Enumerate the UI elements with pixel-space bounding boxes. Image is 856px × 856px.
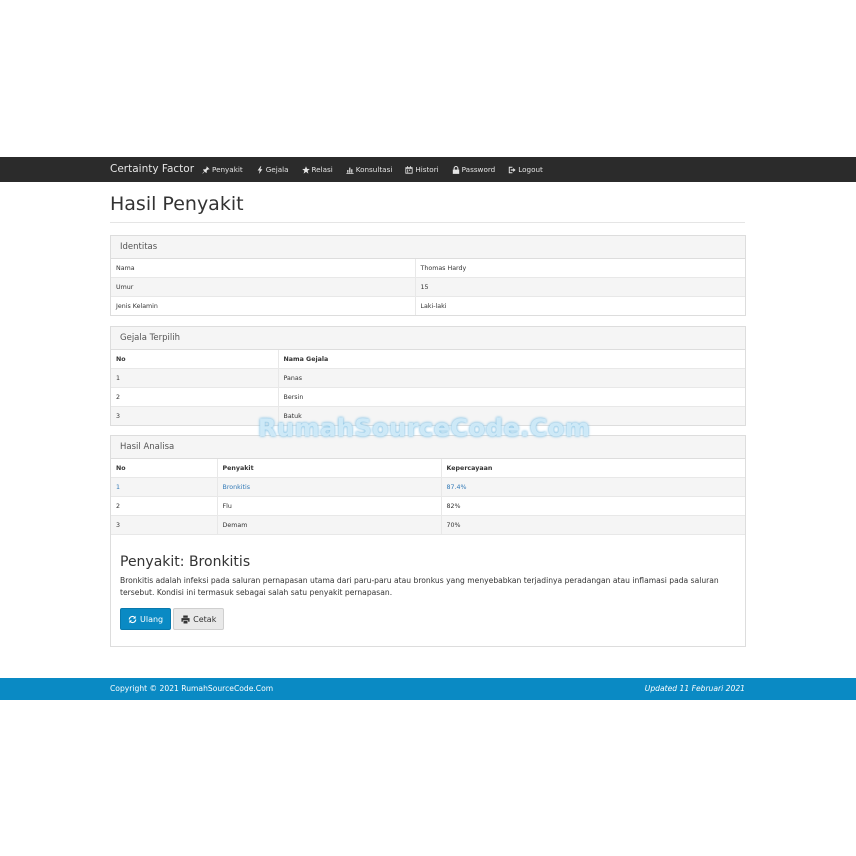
cetak-button-label: Cetak [193,614,217,624]
gejala-no: 1 [111,368,278,388]
identitas-label: Jenis Kelamin [111,296,415,315]
flash-icon [257,165,263,174]
column-header-nama-gejala: Nama Gejala [277,350,745,369]
table-row: 3 Demam 70% [111,515,745,534]
column-header-no: No [116,355,126,363]
table-row: Nama Thomas Hardy [111,259,745,278]
footer: Copyright © 2021 RumahSourceCode.Com Upd… [0,678,856,700]
cetak-button[interactable]: Cetak [173,608,225,630]
nav-item-relasi[interactable]: Relasi [301,157,333,182]
gejala-heading: Gejala Terpilih [111,327,745,350]
nav-item-password[interactable]: Password [452,157,496,182]
page-title: Hasil Penyakit [110,193,244,215]
identitas-heading: Identitas [111,236,745,259]
calendar-icon [405,165,413,174]
pushpin-icon [202,165,210,174]
result-description: Bronkitis adalah infeksi pada saluran pe… [120,576,719,597]
footer-updated: Updated 11 Februari 2021 [644,684,745,693]
footer-copyright: Copyright © 2021 RumahSourceCode.Com [110,684,274,693]
watermark: RumahSourceCode.Com [258,414,591,442]
nav-item-label: Penyakit [212,165,243,174]
analisa-no: 1 [111,477,217,497]
navbar-brand[interactable]: Certainty Factor [110,157,194,182]
table-header-row: No Nama Gejala [111,350,745,369]
refresh-icon [128,615,137,623]
analisa-panel: Hasil Analisa No Penyakit Kepercayaan 1 … [110,435,746,647]
column-header-kepercayaan: Kepercayaan [440,459,745,478]
nav-item-gejala[interactable]: Gejala [256,157,289,182]
identitas-label: Umur [111,277,415,297]
identitas-value: Laki-laki [414,296,745,315]
analisa-penyakit: Flu [216,496,441,516]
nav-item-histori[interactable]: Histori [405,157,439,182]
identitas-value: 15 [414,277,745,297]
analisa-penyakit: Demam [216,515,441,534]
table-row: 2 Bersin [111,387,745,407]
identitas-table: Nama Thomas Hardy Umur 15 Jenis Kelamin … [111,259,745,315]
nav-item-penyakit[interactable]: Penyakit [202,157,243,182]
identitas-panel: Identitas Nama Thomas Hardy Umur 15 Jeni… [110,235,746,316]
analisa-kepercayaan: 87.4% [440,477,745,497]
ulang-button-label: Ulang [140,614,164,624]
lock-icon [452,165,459,174]
star-icon [301,165,310,174]
print-icon [181,614,190,624]
stats-icon [346,167,354,174]
table-header-row: No Penyakit Kepercayaan [111,459,745,478]
nav-item-label: Gejala [265,165,289,174]
nav-item-konsultasi[interactable]: Konsultasi [346,157,393,182]
nav-item-logout[interactable]: Logout [508,157,543,182]
analisa-kepercayaan: 70% [440,515,745,534]
nav-item-label: Logout [518,165,543,174]
column-header-no: No [116,464,126,472]
ulang-button[interactable]: Ulang [120,608,172,630]
navbar: Certainty Factor Penyakit Gejala Relasi … [0,157,856,182]
title-divider [110,222,745,223]
analisa-kepercayaan: 82% [440,496,745,516]
analisa-no: 2 [111,496,217,516]
table-row: 2 Flu 82% [111,496,745,516]
result-section: Penyakit: Bronkitis Bronkitis adalah inf… [111,534,745,646]
analisa-no: 3 [111,515,217,534]
nav-item-label: Konsultasi [355,165,393,174]
table-row-highlighted: 1 Bronkitis 87.4% [111,477,745,497]
nav-item-label: Relasi [311,165,333,174]
table-row: Umur 15 [111,277,745,297]
gejala-panel: Gejala Terpilih No Nama Gejala 1 Panas 2… [110,326,746,426]
identitas-value: Thomas Hardy [414,259,745,278]
identitas-label: Nama [116,264,135,272]
column-header-penyakit: Penyakit [216,459,441,478]
nav-item-label: Password [461,165,496,174]
action-buttons: Ulang Cetak [120,608,745,646]
gejala-nama: Panas [277,368,745,388]
navbar-menu: Penyakit Gejala Relasi Konsultasi Histor… [202,157,556,182]
gejala-no: 2 [111,387,278,407]
gejala-nama: Bersin [277,387,745,407]
table-row: Jenis Kelamin Laki-laki [111,296,745,315]
gejala-no: 3 [111,406,278,425]
analisa-table: No Penyakit Kepercayaan 1 Bronkitis 87.4… [111,459,745,534]
analisa-penyakit-link[interactable]: Bronkitis [216,477,441,497]
logout-icon [509,166,516,173]
table-row: 1 Panas [111,368,745,388]
nav-item-label: Histori [415,165,439,174]
result-title: Penyakit: Bronkitis [120,554,251,570]
